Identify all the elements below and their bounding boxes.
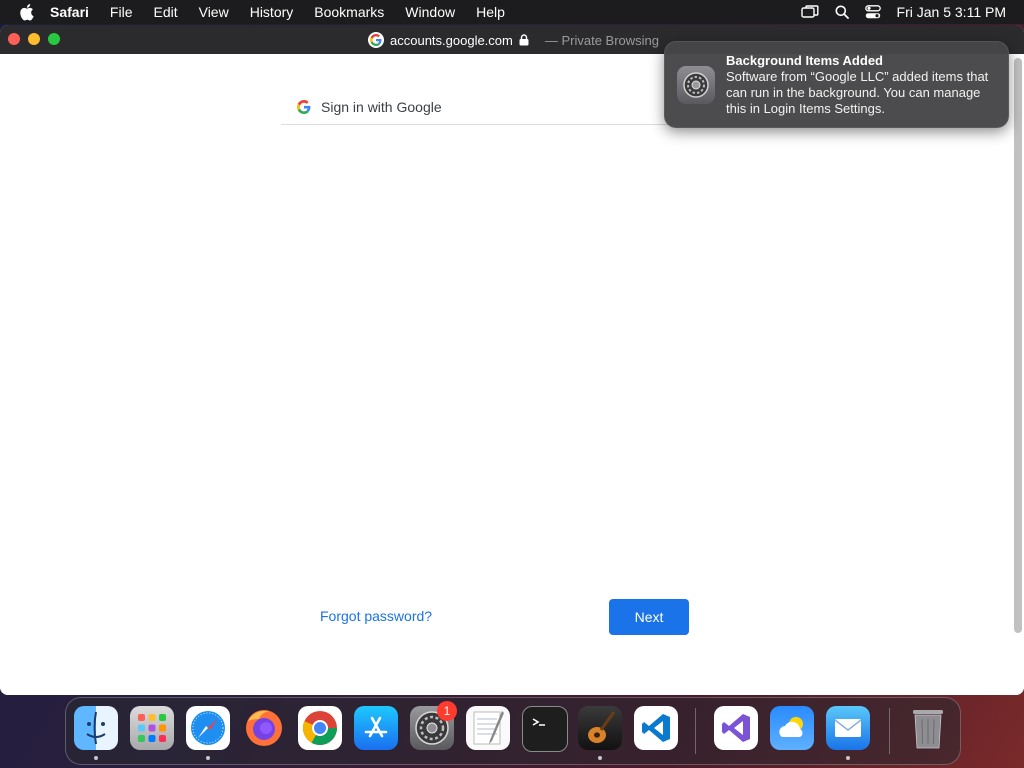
forgot-password-link[interactable]: Forgot password?: [320, 608, 432, 624]
textedit-icon[interactable]: [466, 706, 510, 750]
running-indicator: [206, 756, 210, 760]
address-bar[interactable]: accounts.google.com — Private Browsing: [368, 30, 659, 50]
mail-icon[interactable]: [826, 706, 870, 750]
running-indicator: [94, 756, 98, 760]
running-indicator: [598, 756, 602, 760]
app-store-icon[interactable]: [354, 706, 398, 750]
system-settings-icon: [677, 66, 715, 104]
menu-app-safari[interactable]: Safari: [50, 4, 89, 20]
url-text: accounts.google.com: [390, 32, 513, 48]
status-area: Fri Jan 5 3:11 PM: [800, 0, 1006, 24]
terminal-icon[interactable]: [522, 706, 568, 752]
menu-history[interactable]: History: [250, 4, 294, 20]
notification-body: Software from “Google LLC” added items t…: [726, 69, 989, 116]
scrollbar[interactable]: [1014, 58, 1022, 633]
web-content: Sign in with Google Forgot password? Nex…: [0, 54, 1024, 695]
next-button[interactable]: Next: [609, 599, 689, 635]
safari-icon[interactable]: [186, 706, 230, 750]
fullscreen-window-button[interactable]: [48, 33, 60, 45]
chrome-icon[interactable]: [298, 706, 342, 750]
dock-separator: [695, 708, 696, 754]
vscode-icon[interactable]: [634, 706, 678, 750]
spotlight-search-icon[interactable]: [835, 5, 849, 19]
screen-mirroring-icon[interactable]: [800, 5, 819, 19]
google-g-icon: [297, 100, 311, 114]
control-center-icon[interactable]: [864, 5, 881, 19]
menu-clock[interactable]: Fri Jan 5 3:11 PM: [897, 4, 1006, 20]
apple-icon[interactable]: [18, 3, 36, 21]
private-browsing-label: — Private Browsing: [544, 32, 660, 48]
notification-title: Background Items Added: [726, 53, 883, 68]
finder-icon[interactable]: [74, 706, 118, 750]
menu-window[interactable]: Window: [405, 4, 455, 20]
weather-icon[interactable]: [770, 706, 814, 750]
lock-icon: [519, 34, 529, 46]
running-indicator: [846, 756, 850, 760]
menu-help[interactable]: Help: [476, 4, 505, 20]
menu-view[interactable]: View: [199, 4, 229, 20]
menu-edit[interactable]: Edit: [153, 4, 177, 20]
menu-file[interactable]: File: [110, 4, 133, 20]
dock-separator: [889, 708, 890, 754]
visual-studio-icon[interactable]: [714, 706, 758, 750]
dock: [65, 697, 961, 765]
launchpad-icon[interactable]: [130, 706, 174, 750]
close-window-button[interactable]: [8, 33, 20, 45]
firefox-icon[interactable]: [242, 706, 286, 750]
minimize-window-button[interactable]: [28, 33, 40, 45]
menu-bookmarks[interactable]: Bookmarks: [314, 4, 384, 20]
garageband-icon[interactable]: [578, 706, 622, 750]
background-items-notification[interactable]: Background Items Added Software from “Go…: [664, 41, 1009, 128]
google-favicon-icon: [368, 32, 384, 48]
signin-header-label: Sign in with Google: [321, 99, 442, 115]
trash-icon[interactable]: [906, 706, 950, 750]
signin-header: Sign in with Google: [281, 90, 671, 125]
notification-badge: 1: [437, 701, 457, 721]
menu-bar: Safari File Edit View History Bookmarks …: [0, 0, 1024, 24]
